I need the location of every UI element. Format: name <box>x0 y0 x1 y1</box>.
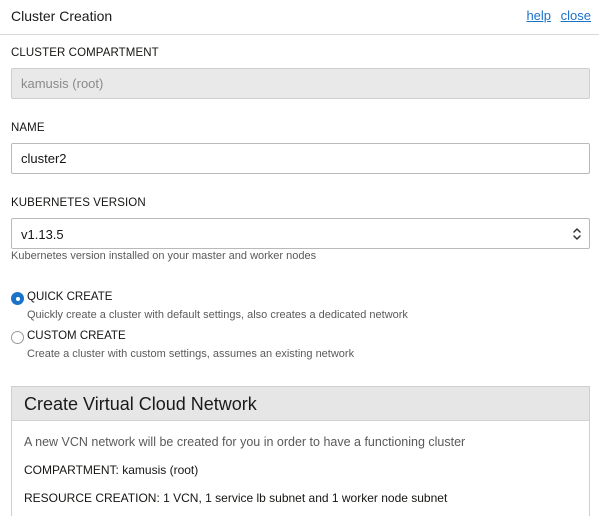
custom-create-radio[interactable] <box>11 331 24 344</box>
kubernetes-version-value: v1.13.5 <box>21 227 64 242</box>
compartment-field[interactable] <box>11 68 590 99</box>
header-links: help close <box>520 8 591 23</box>
cluster-name-input[interactable] <box>11 143 590 174</box>
vcn-panel-header: Create Virtual Cloud Network <box>12 387 589 421</box>
name-label: NAME <box>11 122 45 134</box>
compartment-label: CLUSTER COMPARTMENT <box>11 47 159 59</box>
vcn-panel-title: Create Virtual Cloud Network <box>24 394 257 414</box>
custom-create-description: Create a cluster with custom settings, a… <box>27 348 355 360</box>
help-link[interactable]: help <box>526 8 551 23</box>
quick-create-radio[interactable] <box>11 292 24 305</box>
kubernetes-version-label: KUBERNETES VERSION <box>11 197 146 209</box>
kubernetes-version-select[interactable]: v1.13.5 <box>11 218 590 249</box>
vcn-resource-line: RESOURCE CREATION: 1 VCN, 1 service lb s… <box>24 491 448 505</box>
kubernetes-version-help: Kubernetes version installed on your mas… <box>11 250 317 262</box>
vcn-description: A new VCN network will be created for yo… <box>24 435 466 449</box>
vcn-compartment-line: COMPARTMENT: kamusis (root) <box>24 463 199 477</box>
chevron-updown-icon <box>573 228 581 240</box>
custom-create-label: CUSTOM CREATE <box>27 330 126 342</box>
quick-create-description: Quickly create a cluster with default se… <box>27 309 408 321</box>
dialog-title: Cluster Creation <box>11 8 113 24</box>
close-link[interactable]: close <box>561 8 591 23</box>
vcn-panel: Create Virtual Cloud Network A new VCN n… <box>11 386 590 516</box>
quick-create-label: QUICK CREATE <box>27 291 113 303</box>
dialog-header: Cluster Creation help close <box>0 0 599 35</box>
